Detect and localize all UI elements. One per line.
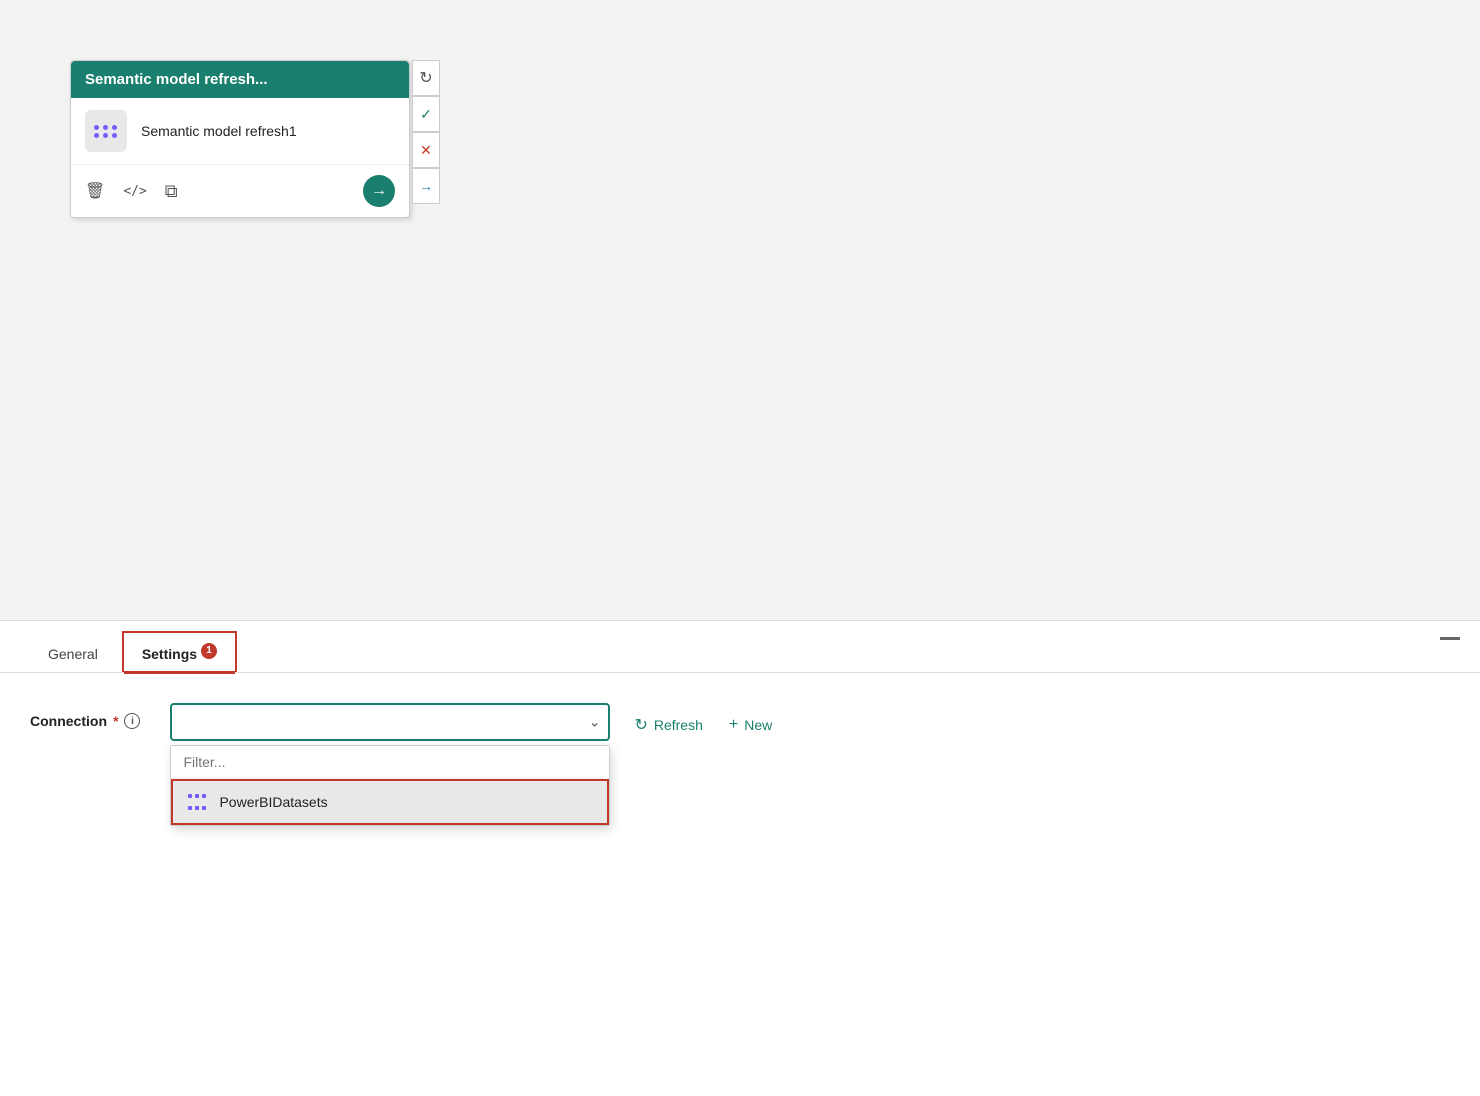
connection-select[interactable]: PowerBIDatasets <box>170 703 610 741</box>
field-controls: PowerBIDatasets ⌄ <box>170 703 1450 741</box>
go-arrow-button[interactable]: → <box>363 175 395 207</box>
tab-badge: 1 <box>201 643 217 659</box>
node-header[interactable]: Semantic model refresh... <box>71 61 409 98</box>
connection-label: Connection * i <box>30 703 140 729</box>
item-icon <box>187 791 209 813</box>
tabs-row: General Settings1 <box>0 621 1480 673</box>
refresh-button[interactable]: ↻ Refresh <box>624 709 712 741</box>
required-star: * <box>113 713 118 729</box>
activity-name: Semantic model refresh1 <box>141 122 297 141</box>
item-label: PowerBIDatasets <box>219 794 327 810</box>
dropdown-popup: PowerBIDatasets <box>170 745 610 826</box>
filter-input[interactable] <box>171 746 609 779</box>
tab-general[interactable]: General <box>30 636 116 672</box>
plus-icon: + <box>729 716 738 734</box>
dot <box>103 125 108 130</box>
dot <box>112 125 117 130</box>
panel-content: Connection * i PowerBIDatasets ⌄ <box>0 673 1480 771</box>
connector-next[interactable]: → <box>412 168 440 204</box>
action-buttons: ↻ Refresh + New <box>624 703 782 741</box>
minimize-button[interactable] <box>1440 637 1460 640</box>
side-connectors: ↻ ✓ ✕ → <box>412 60 440 204</box>
connector-error[interactable]: ✕ <box>412 132 440 168</box>
node-footer: 🗑 </> ⧉ → <box>71 165 409 217</box>
connector-success[interactable]: ✓ <box>412 96 440 132</box>
dot <box>112 133 117 138</box>
canvas-area: Semantic model refresh... Semantic model… <box>0 0 1480 620</box>
connector-refresh[interactable]: ↻ <box>412 60 440 96</box>
node-title: Semantic model refresh... <box>85 71 268 88</box>
node-body: Semantic model refresh1 <box>71 98 409 165</box>
dropdown-item-powerbidatasets[interactable]: PowerBIDatasets <box>171 779 609 825</box>
dot <box>94 133 99 138</box>
new-button[interactable]: + New <box>719 710 782 740</box>
connection-dropdown-wrapper: PowerBIDatasets ⌄ <box>170 703 610 741</box>
code-icon[interactable]: </> <box>123 184 146 199</box>
activity-node: Semantic model refresh... Semantic model… <box>70 60 410 218</box>
copy-icon[interactable]: ⧉ <box>165 181 178 202</box>
info-icon[interactable]: i <box>124 713 140 729</box>
bottom-panel: General Settings1 Connection * i PowerBI… <box>0 620 1480 1096</box>
refresh-icon: ↻ <box>634 715 647 735</box>
dot <box>103 133 108 138</box>
connection-field-row: Connection * i PowerBIDatasets ⌄ <box>30 703 1450 741</box>
activity-icon <box>85 110 127 152</box>
delete-icon[interactable]: 🗑 <box>85 181 105 201</box>
go-arrow-icon: → <box>371 182 387 200</box>
dots-grid-icon <box>94 125 118 138</box>
dot <box>94 125 99 130</box>
tab-settings[interactable]: Settings1 <box>122 631 237 672</box>
